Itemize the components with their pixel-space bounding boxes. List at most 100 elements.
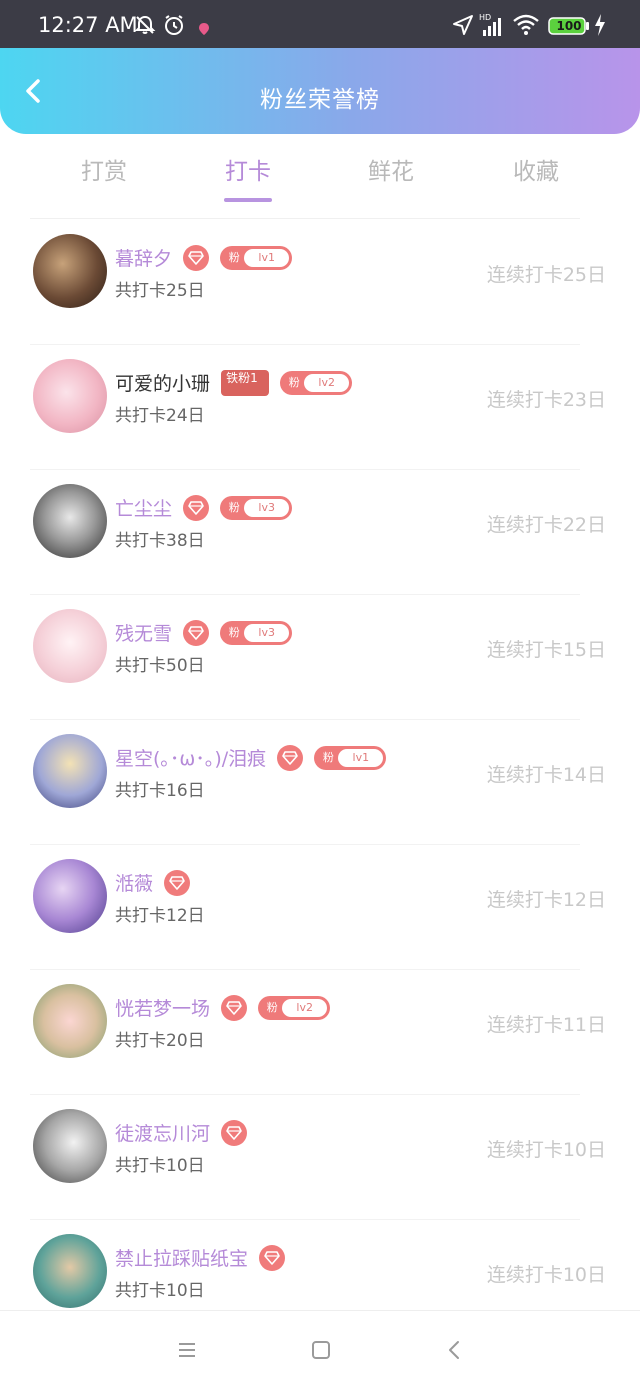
tabs-divider	[30, 218, 580, 219]
streak-checkin: 连续打卡11日	[486, 1014, 606, 1036]
streak-checkin: 连续打卡12日	[486, 889, 606, 911]
header: 粉丝荣誉榜	[0, 48, 640, 134]
wifi-icon	[513, 14, 539, 40]
fan-badge-label: 粉	[322, 750, 334, 764]
tab-indicator	[224, 198, 272, 202]
fan-badge-label: 粉	[266, 1000, 278, 1014]
avatar[interactable]	[33, 734, 107, 808]
list-item[interactable]: 湉薇 共打卡12日 连续打卡12日	[0, 845, 640, 970]
fan-level-value: lv3	[244, 623, 290, 642]
tab-bar: 打赏 打卡 鲜花 收藏	[0, 134, 640, 218]
fan-level-badge: 粉 lv2	[258, 995, 331, 1020]
tab-shoucang[interactable]: 收藏	[486, 152, 586, 186]
page-title: 粉丝荣誉榜	[260, 87, 380, 113]
battery-level: 100	[556, 19, 582, 33]
chevron-left-icon	[449, 1341, 459, 1359]
user-name: 残无雪	[115, 623, 173, 645]
list-item[interactable]: 残无雪 粉 lv3 共打卡50日 连续打卡15日	[0, 595, 640, 720]
page: 12:27 AM HD 100 粉丝荣誉榜 打赏 打卡 鲜花 收藏 暮辞夕 粉 …	[0, 0, 640, 1387]
fan-level-badge: 粉 lv1	[220, 245, 293, 270]
list-item[interactable]: 恍若梦一场 粉 lv2 共打卡20日 连续打卡11日	[0, 970, 640, 1095]
fan-level-badge: 粉 lv2	[280, 370, 353, 395]
vip-diamond-icon	[259, 1244, 286, 1271]
alarm-icon	[163, 14, 185, 40]
fan-level-value: lv1	[244, 248, 290, 267]
total-checkin: 共打卡20日	[115, 1031, 205, 1051]
total-checkin: 共打卡10日	[115, 1281, 205, 1301]
list-item[interactable]: 亡尘尘 粉 lv3 共打卡38日 连续打卡22日	[0, 470, 640, 595]
tab-label: 打赏	[81, 159, 127, 185]
tab-label: 收藏	[513, 159, 559, 185]
vip-diamond-icon	[221, 994, 248, 1021]
avatar[interactable]	[33, 609, 107, 683]
avatar[interactable]	[33, 984, 107, 1058]
user-name: 可爱的小珊	[115, 373, 211, 395]
user-name: 禁止拉踩贴纸宝	[115, 1248, 249, 1270]
list-item[interactable]: 暮辞夕 粉 lv1 共打卡25日 连续打卡25日	[0, 220, 640, 345]
avatar[interactable]	[33, 234, 107, 308]
streak-checkin: 连续打卡25日	[486, 264, 606, 286]
total-checkin: 共打卡12日	[115, 906, 205, 926]
network-type-label: HD	[479, 13, 491, 22]
avatar[interactable]	[33, 859, 107, 933]
navigation-arrow-icon	[452, 14, 474, 40]
total-checkin: 共打卡10日	[115, 1156, 205, 1176]
user-name: 徒渡忘川河	[115, 1123, 211, 1145]
vip-diamond-icon	[183, 244, 210, 271]
avatar[interactable]	[33, 359, 107, 433]
vip-diamond-icon	[183, 619, 210, 646]
streak-checkin: 连续打卡10日	[486, 1139, 606, 1161]
total-checkin: 共打卡16日	[115, 781, 205, 801]
avatar[interactable]	[33, 1234, 107, 1308]
vip-diamond-icon	[221, 1119, 248, 1146]
fan-level-value: lv1	[338, 748, 384, 767]
streak-checkin: 连续打卡23日	[486, 389, 606, 411]
charging-bolt-icon	[594, 14, 606, 40]
system-nav-bar	[0, 1310, 640, 1387]
list-item[interactable]: 星空(｡･ω･｡)/泪痕 粉 lv1 共打卡16日 连续打卡14日	[0, 720, 640, 845]
user-name: 亡尘尘	[115, 498, 173, 520]
total-checkin: 共打卡50日	[115, 656, 205, 676]
signal-icon: HD	[479, 12, 507, 42]
streak-checkin: 连续打卡14日	[486, 764, 606, 786]
list-item[interactable]: 徒渡忘川河 共打卡10日 连续打卡10日	[0, 1095, 640, 1220]
user-name: 湉薇	[115, 873, 154, 895]
avatar[interactable]	[33, 484, 107, 558]
location-dot-icon	[199, 20, 209, 39]
fan-badge-label: 粉	[228, 625, 240, 639]
status-bar: 12:27 AM HD 100	[0, 0, 640, 48]
list-item[interactable]: 可爱的小珊 铁粉1 粉 lv2 共打卡24日 连续打卡23日	[0, 345, 640, 470]
total-checkin: 共打卡24日	[115, 406, 205, 426]
user-name: 恍若梦一场	[115, 998, 211, 1020]
fan-level-value: lv3	[244, 498, 290, 517]
fan-badge-label: 粉	[228, 500, 240, 514]
system-back-button[interactable]	[444, 1339, 466, 1365]
avatar[interactable]	[33, 1109, 107, 1183]
vip-diamond-icon	[183, 494, 210, 521]
streak-checkin: 连续打卡22日	[486, 514, 606, 536]
fan-badge-label: 粉	[228, 250, 240, 264]
tab-xianhua[interactable]: 鲜花	[341, 152, 441, 186]
fan-level-badge: 粉 lv1	[314, 745, 387, 770]
fan-level-value: lv2	[282, 998, 328, 1017]
hamburger-icon	[179, 1343, 195, 1357]
tab-daka[interactable]: 打卡	[198, 152, 298, 202]
streak-checkin: 连续打卡15日	[486, 639, 606, 661]
iron-fan-badge: 铁粉1	[221, 369, 270, 396]
menu-button[interactable]	[176, 1339, 198, 1365]
fan-level-badge: 粉 lv3	[220, 620, 293, 645]
tab-label: 鲜花	[368, 159, 414, 185]
user-name: 星空(｡･ω･｡)/泪痕	[115, 748, 267, 770]
tab-dashang[interactable]: 打赏	[54, 152, 154, 186]
fan-level-value: lv2	[304, 373, 350, 392]
total-checkin: 共打卡25日	[115, 281, 205, 301]
square-icon	[312, 1341, 330, 1359]
total-checkin: 共打卡38日	[115, 531, 205, 551]
fan-badge-label: 粉	[288, 375, 300, 389]
vip-diamond-icon	[164, 869, 191, 896]
vip-diamond-icon	[277, 744, 304, 771]
tab-label: 打卡	[225, 159, 271, 185]
mute-notification-icon	[134, 14, 156, 40]
home-button[interactable]	[310, 1339, 332, 1365]
streak-checkin: 连续打卡10日	[486, 1264, 606, 1286]
